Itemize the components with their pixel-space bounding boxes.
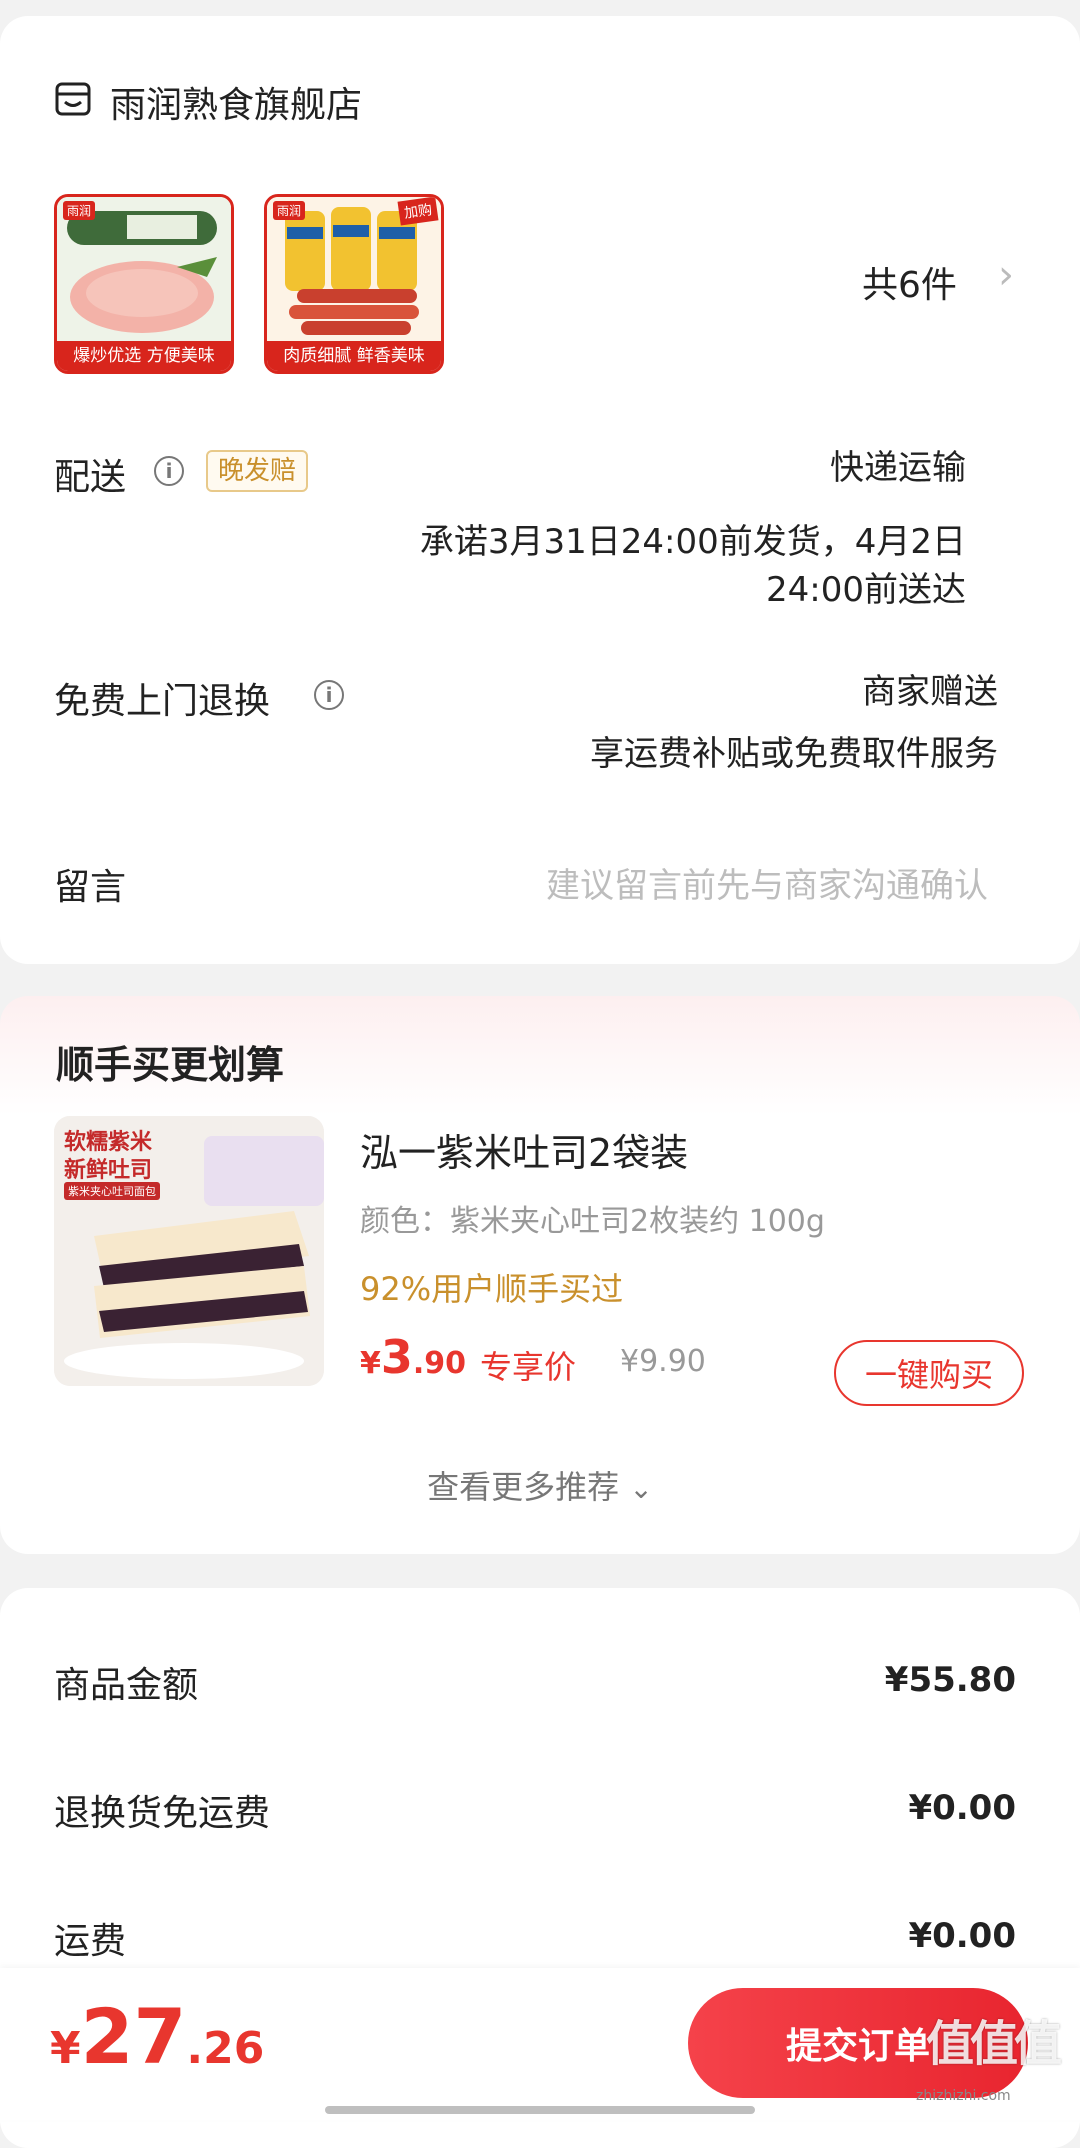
brand-logo: 雨润 bbox=[63, 201, 96, 220]
total-integer: 27 bbox=[80, 1992, 187, 2081]
reco-price: ¥3.90 bbox=[360, 1330, 466, 1384]
returns-line1: 商家赠送 bbox=[862, 672, 998, 712]
summary-value: ¥55.80 bbox=[884, 1660, 1016, 1700]
product-thumb-2[interactable]: 雨润 加购 肉质细腻 鲜香美味 bbox=[264, 194, 444, 374]
home-indicator[interactable] bbox=[325, 2106, 755, 2114]
delivery-label: 配送 bbox=[54, 457, 127, 498]
recommendation-card: 顺手买更划算 软糯紫米 新鲜吐司 紫米夹心吐司面包 泓一紫米吐司2袋装 颜色：紫… bbox=[0, 996, 1080, 1554]
summary-value: ¥0.00 bbox=[908, 1916, 1016, 1956]
chevron-down-icon: ⌄ bbox=[629, 1472, 653, 1505]
total-price: ¥27.26 bbox=[50, 1992, 264, 2081]
watermark-url: zhizhizhi.com bbox=[916, 2088, 1011, 2104]
total-decimal: .26 bbox=[186, 2023, 265, 2074]
currency-symbol: ¥ bbox=[360, 1346, 381, 1381]
info-icon[interactable]: i bbox=[314, 680, 344, 710]
message-label: 留言 bbox=[54, 867, 127, 908]
watermark: 值值值 bbox=[926, 2016, 1062, 2072]
store-icon bbox=[54, 80, 92, 122]
one-click-buy-button[interactable]: 一键购买 bbox=[834, 1340, 1024, 1406]
reco-product-image[interactable]: 软糯紫米 新鲜吐司 紫米夹心吐司面包 bbox=[54, 1116, 324, 1386]
order-card: 雨润熟食旗舰店 雨润 爆炒优选 方便美味 雨润 加购 肉质细腻 鲜香美味 共6件… bbox=[0, 16, 1080, 964]
price-decimal: .90 bbox=[412, 1346, 467, 1381]
reco-title: 顺手买更划算 bbox=[56, 1043, 285, 1087]
brand-logo: 雨润 bbox=[273, 201, 306, 220]
item-count[interactable]: 共6件 bbox=[862, 256, 957, 308]
image-text: 新鲜吐司 bbox=[64, 1158, 153, 1183]
image-text: 紫米夹心吐司面包 bbox=[64, 1182, 160, 1200]
currency-symbol: ¥ bbox=[50, 2023, 81, 2074]
reco-social-proof: 92%用户顺手买过 bbox=[360, 1270, 624, 1308]
exclusive-price-tag: 专享价 bbox=[480, 1348, 577, 1386]
thumb-caption: 肉质细腻 鲜香美味 bbox=[267, 341, 441, 371]
product-thumb-1[interactable]: 雨润 爆炒优选 方便美味 bbox=[54, 194, 234, 374]
returns-label: 免费上门退换 bbox=[54, 681, 271, 722]
reco-product-name[interactable]: 泓一紫米吐司2袋装 bbox=[360, 1122, 688, 1177]
summary-label: 退换货免运费 bbox=[54, 1793, 271, 1834]
thumb-caption: 爆炒优选 方便美味 bbox=[57, 341, 231, 371]
more-recommendations-label: 查看更多推荐 bbox=[427, 1468, 620, 1506]
delivery-promise-line2: 24:00前送达 bbox=[766, 570, 966, 610]
more-recommendations[interactable]: 查看更多推荐 ⌄ bbox=[0, 1462, 1080, 1508]
delivery-method: 快递运输 bbox=[830, 448, 966, 488]
summary-label: 商品金额 bbox=[54, 1665, 199, 1706]
info-icon[interactable]: i bbox=[154, 456, 184, 486]
late-compensation-badge: 晚发赔 bbox=[206, 450, 309, 492]
price-integer: 3 bbox=[380, 1330, 413, 1384]
original-price: ¥9.90 bbox=[620, 1344, 706, 1379]
delivery-promise-line1: 承诺3月31日24:00前发货，4月2日 bbox=[419, 522, 966, 562]
summary-label: 运费 bbox=[54, 1921, 127, 1962]
checkout-bar: ¥27.26 提交订单 值值值 zhizhizhi.com bbox=[0, 1968, 1080, 2120]
store-name[interactable]: 雨润熟食旗舰店 bbox=[110, 76, 362, 128]
summary-value: ¥0.00 bbox=[908, 1788, 1016, 1828]
returns-line2: 享运费补贴或免费取件服务 bbox=[590, 734, 998, 774]
chevron-right-icon[interactable]: › bbox=[998, 252, 1014, 298]
reco-product-spec: 颜色：紫米夹心吐司2枚装约 100g bbox=[360, 1204, 825, 1239]
message-input[interactable]: 建议留言前先与商家沟通确认 bbox=[546, 858, 988, 907]
